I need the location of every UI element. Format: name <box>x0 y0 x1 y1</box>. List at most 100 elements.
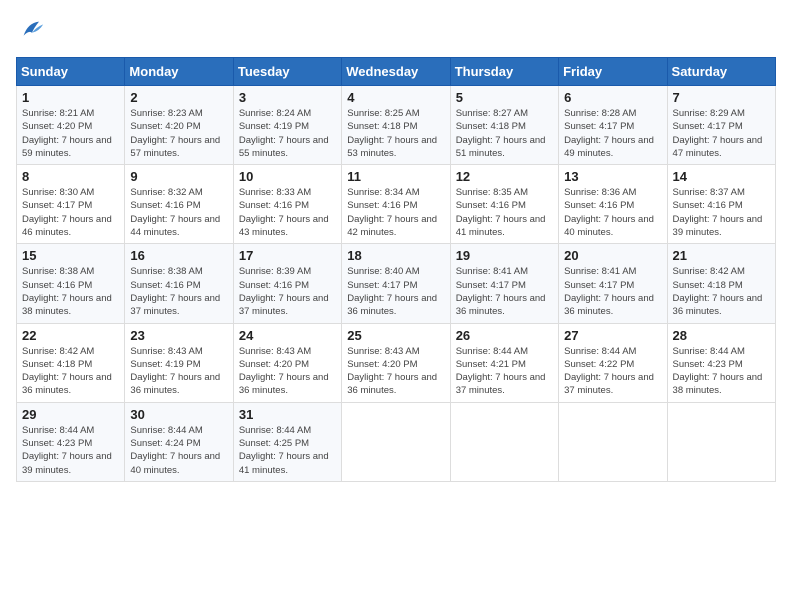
calendar-cell: 16 Sunrise: 8:38 AMSunset: 4:16 PMDaylig… <box>125 244 233 323</box>
calendar-cell: 10 Sunrise: 8:33 AMSunset: 4:16 PMDaylig… <box>233 165 341 244</box>
day-number: 4 <box>347 90 444 105</box>
calendar-cell: 27 Sunrise: 8:44 AMSunset: 4:22 PMDaylig… <box>559 323 667 402</box>
calendar-cell <box>342 402 450 481</box>
calendar-cell: 17 Sunrise: 8:39 AMSunset: 4:16 PMDaylig… <box>233 244 341 323</box>
logo <box>16 16 46 49</box>
calendar-cell: 25 Sunrise: 8:43 AMSunset: 4:20 PMDaylig… <box>342 323 450 402</box>
calendar-cell: 2 Sunrise: 8:23 AMSunset: 4:20 PMDayligh… <box>125 86 233 165</box>
day-number: 18 <box>347 248 444 263</box>
day-number: 5 <box>456 90 553 105</box>
col-header-thursday: Thursday <box>450 58 558 86</box>
day-info: Sunrise: 8:41 AMSunset: 4:17 PMDaylight:… <box>564 266 654 317</box>
calendar-table: SundayMondayTuesdayWednesdayThursdayFrid… <box>16 57 776 482</box>
calendar-cell: 5 Sunrise: 8:27 AMSunset: 4:18 PMDayligh… <box>450 86 558 165</box>
day-number: 21 <box>673 248 770 263</box>
calendar-cell: 22 Sunrise: 8:42 AMSunset: 4:18 PMDaylig… <box>17 323 125 402</box>
day-number: 13 <box>564 169 661 184</box>
calendar-header-row: SundayMondayTuesdayWednesdayThursdayFrid… <box>17 58 776 86</box>
calendar-cell: 8 Sunrise: 8:30 AMSunset: 4:17 PMDayligh… <box>17 165 125 244</box>
calendar-week-row: 22 Sunrise: 8:42 AMSunset: 4:18 PMDaylig… <box>17 323 776 402</box>
day-number: 31 <box>239 407 336 422</box>
calendar-week-row: 1 Sunrise: 8:21 AMSunset: 4:20 PMDayligh… <box>17 86 776 165</box>
day-info: Sunrise: 8:43 AMSunset: 4:19 PMDaylight:… <box>130 346 220 397</box>
day-number: 3 <box>239 90 336 105</box>
day-number: 12 <box>456 169 553 184</box>
day-info: Sunrise: 8:38 AMSunset: 4:16 PMDaylight:… <box>22 266 112 317</box>
calendar-cell: 13 Sunrise: 8:36 AMSunset: 4:16 PMDaylig… <box>559 165 667 244</box>
day-number: 16 <box>130 248 227 263</box>
day-info: Sunrise: 8:43 AMSunset: 4:20 PMDaylight:… <box>347 346 437 397</box>
day-info: Sunrise: 8:25 AMSunset: 4:18 PMDaylight:… <box>347 108 437 159</box>
calendar-cell: 23 Sunrise: 8:43 AMSunset: 4:19 PMDaylig… <box>125 323 233 402</box>
day-number: 8 <box>22 169 119 184</box>
day-info: Sunrise: 8:30 AMSunset: 4:17 PMDaylight:… <box>22 187 112 238</box>
day-info: Sunrise: 8:36 AMSunset: 4:16 PMDaylight:… <box>564 187 654 238</box>
day-number: 7 <box>673 90 770 105</box>
logo-bird-icon <box>18 16 46 44</box>
calendar-cell: 1 Sunrise: 8:21 AMSunset: 4:20 PMDayligh… <box>17 86 125 165</box>
day-info: Sunrise: 8:29 AMSunset: 4:17 PMDaylight:… <box>673 108 763 159</box>
day-number: 27 <box>564 328 661 343</box>
page-header <box>16 16 776 49</box>
calendar-cell <box>450 402 558 481</box>
calendar-cell: 4 Sunrise: 8:25 AMSunset: 4:18 PMDayligh… <box>342 86 450 165</box>
calendar-week-row: 8 Sunrise: 8:30 AMSunset: 4:17 PMDayligh… <box>17 165 776 244</box>
day-number: 30 <box>130 407 227 422</box>
day-info: Sunrise: 8:44 AMSunset: 4:23 PMDaylight:… <box>22 425 112 476</box>
calendar-cell <box>559 402 667 481</box>
calendar-cell: 12 Sunrise: 8:35 AMSunset: 4:16 PMDaylig… <box>450 165 558 244</box>
day-info: Sunrise: 8:44 AMSunset: 4:21 PMDaylight:… <box>456 346 546 397</box>
calendar-cell: 28 Sunrise: 8:44 AMSunset: 4:23 PMDaylig… <box>667 323 775 402</box>
day-number: 9 <box>130 169 227 184</box>
calendar-cell: 21 Sunrise: 8:42 AMSunset: 4:18 PMDaylig… <box>667 244 775 323</box>
calendar-cell: 15 Sunrise: 8:38 AMSunset: 4:16 PMDaylig… <box>17 244 125 323</box>
day-info: Sunrise: 8:27 AMSunset: 4:18 PMDaylight:… <box>456 108 546 159</box>
day-info: Sunrise: 8:21 AMSunset: 4:20 PMDaylight:… <box>22 108 112 159</box>
day-info: Sunrise: 8:24 AMSunset: 4:19 PMDaylight:… <box>239 108 329 159</box>
calendar-week-row: 15 Sunrise: 8:38 AMSunset: 4:16 PMDaylig… <box>17 244 776 323</box>
day-info: Sunrise: 8:32 AMSunset: 4:16 PMDaylight:… <box>130 187 220 238</box>
calendar-cell: 9 Sunrise: 8:32 AMSunset: 4:16 PMDayligh… <box>125 165 233 244</box>
calendar-cell: 3 Sunrise: 8:24 AMSunset: 4:19 PMDayligh… <box>233 86 341 165</box>
calendar-cell: 18 Sunrise: 8:40 AMSunset: 4:17 PMDaylig… <box>342 244 450 323</box>
day-info: Sunrise: 8:44 AMSunset: 4:25 PMDaylight:… <box>239 425 329 476</box>
day-number: 19 <box>456 248 553 263</box>
day-info: Sunrise: 8:23 AMSunset: 4:20 PMDaylight:… <box>130 108 220 159</box>
col-header-sunday: Sunday <box>17 58 125 86</box>
day-info: Sunrise: 8:43 AMSunset: 4:20 PMDaylight:… <box>239 346 329 397</box>
col-header-tuesday: Tuesday <box>233 58 341 86</box>
day-number: 17 <box>239 248 336 263</box>
day-number: 2 <box>130 90 227 105</box>
day-info: Sunrise: 8:40 AMSunset: 4:17 PMDaylight:… <box>347 266 437 317</box>
col-header-monday: Monday <box>125 58 233 86</box>
day-number: 26 <box>456 328 553 343</box>
calendar-cell: 7 Sunrise: 8:29 AMSunset: 4:17 PMDayligh… <box>667 86 775 165</box>
calendar-cell: 19 Sunrise: 8:41 AMSunset: 4:17 PMDaylig… <box>450 244 558 323</box>
day-info: Sunrise: 8:28 AMSunset: 4:17 PMDaylight:… <box>564 108 654 159</box>
day-info: Sunrise: 8:41 AMSunset: 4:17 PMDaylight:… <box>456 266 546 317</box>
day-number: 25 <box>347 328 444 343</box>
day-info: Sunrise: 8:37 AMSunset: 4:16 PMDaylight:… <box>673 187 763 238</box>
day-info: Sunrise: 8:39 AMSunset: 4:16 PMDaylight:… <box>239 266 329 317</box>
calendar-cell: 20 Sunrise: 8:41 AMSunset: 4:17 PMDaylig… <box>559 244 667 323</box>
day-number: 11 <box>347 169 444 184</box>
day-info: Sunrise: 8:35 AMSunset: 4:16 PMDaylight:… <box>456 187 546 238</box>
col-header-wednesday: Wednesday <box>342 58 450 86</box>
day-number: 23 <box>130 328 227 343</box>
col-header-friday: Friday <box>559 58 667 86</box>
day-number: 15 <box>22 248 119 263</box>
day-number: 10 <box>239 169 336 184</box>
day-info: Sunrise: 8:44 AMSunset: 4:23 PMDaylight:… <box>673 346 763 397</box>
day-info: Sunrise: 8:44 AMSunset: 4:22 PMDaylight:… <box>564 346 654 397</box>
day-info: Sunrise: 8:44 AMSunset: 4:24 PMDaylight:… <box>130 425 220 476</box>
calendar-week-row: 29 Sunrise: 8:44 AMSunset: 4:23 PMDaylig… <box>17 402 776 481</box>
day-number: 6 <box>564 90 661 105</box>
calendar-cell: 24 Sunrise: 8:43 AMSunset: 4:20 PMDaylig… <box>233 323 341 402</box>
calendar-cell: 26 Sunrise: 8:44 AMSunset: 4:21 PMDaylig… <box>450 323 558 402</box>
calendar-cell: 30 Sunrise: 8:44 AMSunset: 4:24 PMDaylig… <box>125 402 233 481</box>
col-header-saturday: Saturday <box>667 58 775 86</box>
day-info: Sunrise: 8:34 AMSunset: 4:16 PMDaylight:… <box>347 187 437 238</box>
calendar-cell <box>667 402 775 481</box>
calendar-cell: 11 Sunrise: 8:34 AMSunset: 4:16 PMDaylig… <box>342 165 450 244</box>
day-number: 24 <box>239 328 336 343</box>
